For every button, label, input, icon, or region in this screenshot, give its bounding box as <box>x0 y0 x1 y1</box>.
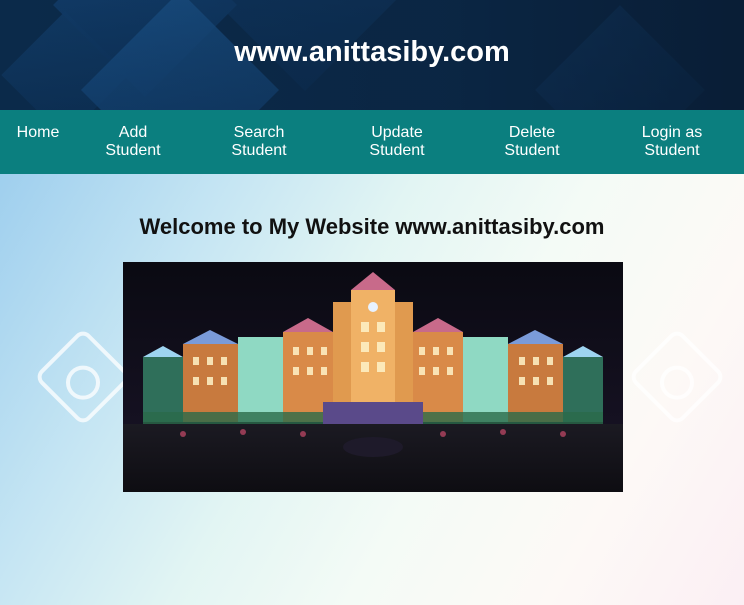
nav-bar: Home Add Student Search Student Update S… <box>0 110 744 174</box>
watermark-icon <box>627 327 727 427</box>
site-header: www.anittasiby.com <box>0 0 744 110</box>
nav-item-label: Student <box>504 142 560 159</box>
site-title: www.anittasiby.com <box>234 36 510 68</box>
nav-item-home[interactable]: Home <box>16 124 60 142</box>
nav-item-label: Student <box>369 142 425 159</box>
nav-item-search-student[interactable]: Search Student <box>222 124 296 160</box>
nav-item-label: Student <box>644 142 700 159</box>
watermark-icon <box>33 327 133 427</box>
nav-item-add-student[interactable]: Add Student <box>96 124 170 160</box>
nav-item-label: Search <box>233 124 285 141</box>
nav-item-delete-student[interactable]: Delete Student <box>495 124 569 160</box>
nav-item-label: Add <box>118 124 148 141</box>
nav-item-label: Student <box>231 142 287 159</box>
nav-item-label: Delete <box>508 124 556 141</box>
nav-item-label: Login as <box>641 124 703 141</box>
nav-item-label: Update <box>371 124 423 141</box>
nav-item-update-student[interactable]: Update Student <box>360 124 434 160</box>
college-building-photo <box>123 262 623 492</box>
nav-item-label: Home <box>16 124 60 141</box>
welcome-heading: Welcome to My Website www.anittasiby.com <box>139 214 605 239</box>
nav-item-label: Student <box>105 142 161 159</box>
main-content: Welcome to My Website www.anittasiby.com <box>0 174 744 605</box>
nav-item-login-as-student[interactable]: Login as Student <box>632 124 712 160</box>
